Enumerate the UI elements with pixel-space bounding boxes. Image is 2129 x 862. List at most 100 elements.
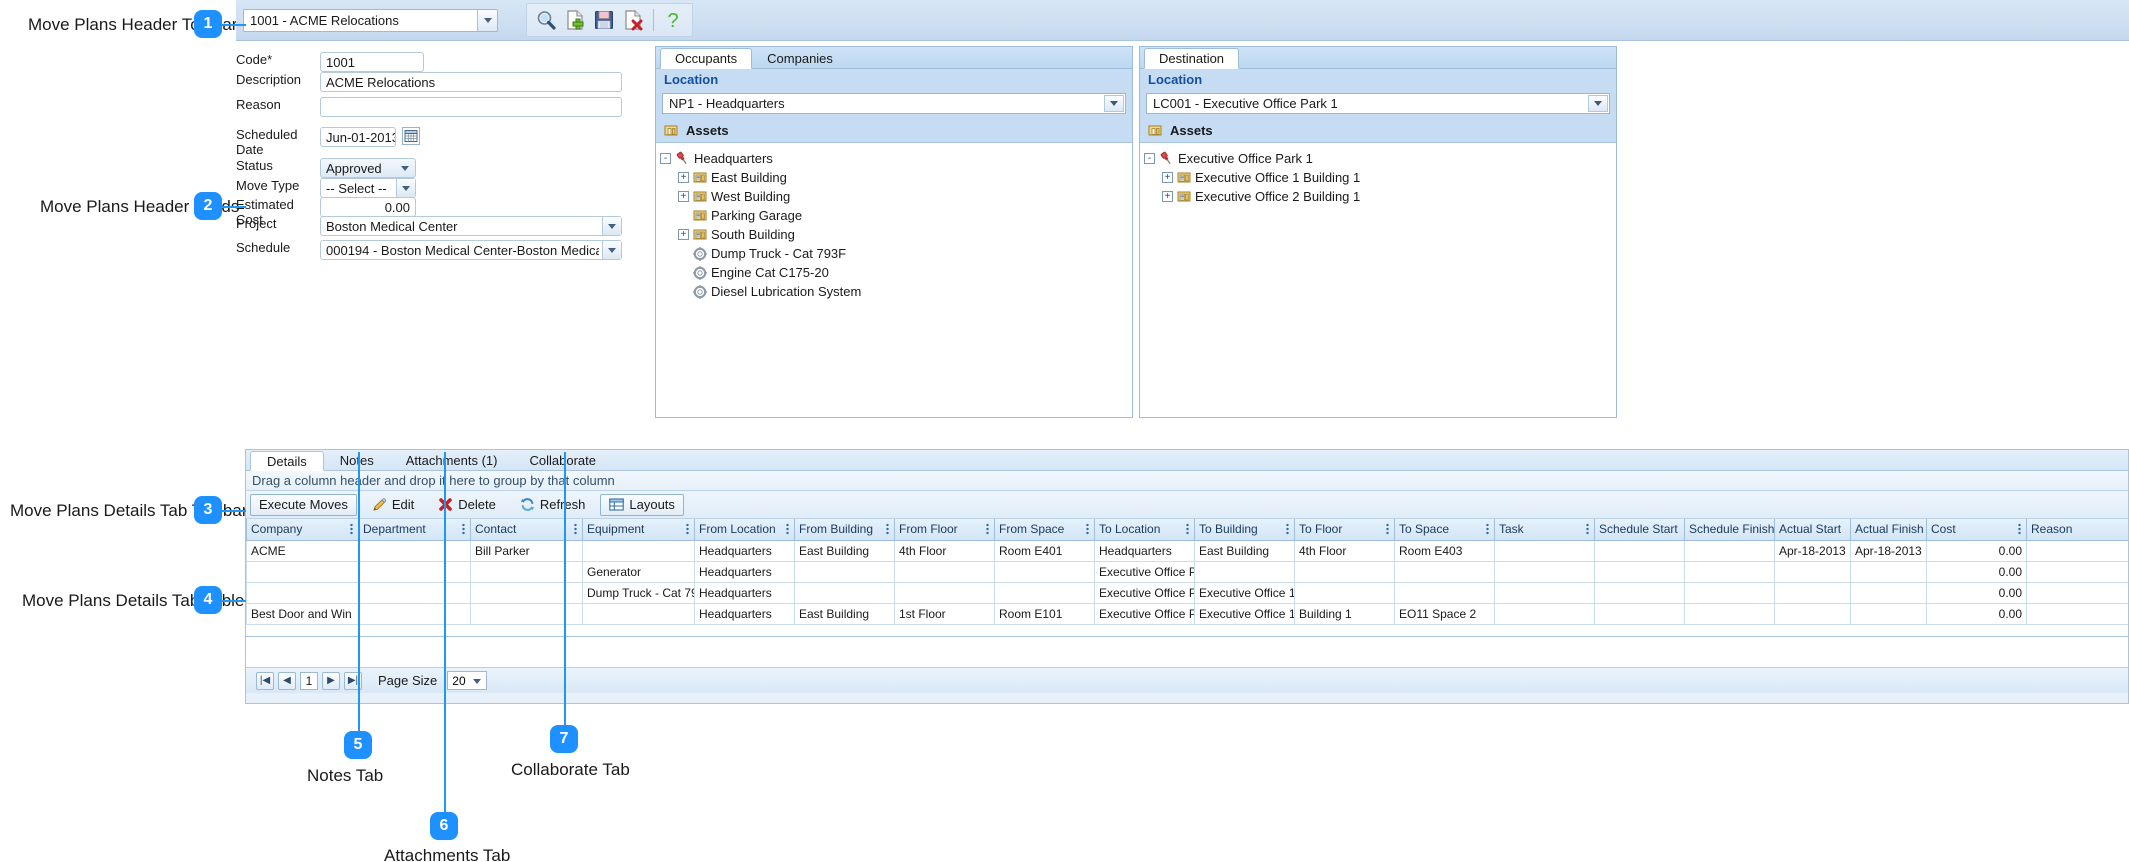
tree-node[interactable]: Engine Cat C175-20 <box>660 263 1132 282</box>
next-page-button[interactable]: ▶ <box>322 671 340 690</box>
estimated-cost-field[interactable]: 0.00 <box>320 197 416 217</box>
expand-icon[interactable]: + <box>1162 191 1173 202</box>
tree-node[interactable]: + South Building <box>660 225 1132 244</box>
expand-icon[interactable]: + <box>678 191 689 202</box>
tree-node[interactable]: Diesel Lubrication System <box>660 282 1132 301</box>
chevron-down-icon[interactable] <box>602 217 621 235</box>
chevron-down-icon[interactable] <box>477 10 497 31</box>
chevron-down-icon[interactable] <box>396 179 415 197</box>
tree-node[interactable]: - Executive Office Park 1 <box>1144 149 1616 168</box>
column-header-to-location[interactable]: To Location <box>1094 519 1195 541</box>
status-dropdown[interactable]: Approved <box>320 158 416 178</box>
tab-details[interactable]: Details <box>250 451 324 471</box>
column-header-reason[interactable]: Reason <box>2026 519 2128 541</box>
column-menu-icon[interactable] <box>462 523 465 536</box>
column-header-from-building[interactable]: From Building <box>794 519 895 541</box>
description-field[interactable]: ACME Relocations <box>320 72 622 92</box>
column-menu-icon[interactable] <box>574 523 577 536</box>
expand-icon[interactable]: + <box>678 172 689 183</box>
reason-field[interactable] <box>320 97 622 117</box>
column-header-task[interactable]: Task <box>1494 519 1595 541</box>
collapse-icon[interactable]: - <box>660 153 671 164</box>
column-header-schedule-start[interactable]: Schedule Start <box>1594 519 1685 541</box>
expand-icon[interactable]: + <box>678 229 689 240</box>
tab-companies[interactable]: Companies <box>752 47 848 68</box>
table-row[interactable]: Dump Truck - Cat 79 Headquarters Executive… <box>246 581 2128 604</box>
execute-moves-button[interactable]: Execute Moves <box>250 493 357 516</box>
tab-occupants[interactable]: Occupants <box>660 48 753 69</box>
table-row[interactable]: ACME Bill Parker Headquarters East Building… <box>246 539 2128 562</box>
tree-node[interactable]: + East Building <box>660 168 1132 187</box>
tab-notes[interactable]: Notes <box>324 450 390 470</box>
refresh-button[interactable]: Refresh <box>511 494 595 516</box>
table-row[interactable]: Generator Headquarters Executive Office P 0… <box>246 560 2128 583</box>
project-dropdown[interactable]: Boston Medical Center <box>320 216 622 236</box>
column-menu-icon[interactable] <box>786 523 789 536</box>
move-type-dropdown[interactable]: -- Select -- <box>320 178 416 198</box>
column-header-from-space[interactable]: From Space <box>994 519 1095 541</box>
prev-page-button[interactable]: ◀ <box>278 671 296 690</box>
column-header-to-building[interactable]: To Building <box>1194 519 1295 541</box>
record-selector-combobox[interactable]: 1001 - ACME Relocations <box>243 9 498 32</box>
column-header-department[interactable]: Department <box>358 519 471 541</box>
new-document-icon[interactable] <box>561 6 588 34</box>
layouts-button[interactable]: Layouts <box>600 493 684 516</box>
column-header-schedule-finish[interactable]: Schedule Finish <box>1684 519 1775 541</box>
column-header-to-space[interactable]: To Space <box>1394 519 1495 541</box>
save-icon[interactable] <box>590 6 617 34</box>
page-size-dropdown[interactable]: 20 <box>447 671 488 690</box>
tree-node[interactable]: Parking Garage <box>660 206 1132 225</box>
delete-document-icon[interactable] <box>620 6 647 34</box>
tab-collaborate[interactable]: Collaborate <box>513 450 612 470</box>
column-menu-icon[interactable] <box>986 523 989 536</box>
tree-node[interactable]: + Executive Office 2 Building 1 <box>1144 187 1616 206</box>
column-header-cost[interactable]: Cost <box>1926 519 2027 541</box>
tree-node[interactable]: Dump Truck - Cat 793F <box>660 244 1132 263</box>
page-number-button[interactable]: 1 <box>300 671 318 690</box>
chevron-down-icon[interactable] <box>602 241 621 259</box>
tree-node[interactable]: + West Building <box>660 187 1132 206</box>
column-menu-icon[interactable] <box>1086 523 1089 536</box>
column-menu-icon[interactable] <box>1286 523 1289 536</box>
move-plans-details-tab-table[interactable]: Company Department Contact Equipment From Lo… <box>246 519 2128 637</box>
column-menu-icon[interactable] <box>886 523 889 536</box>
column-menu-icon[interactable] <box>2018 523 2021 536</box>
annotation-badge-6: 6 <box>430 812 458 840</box>
code-field[interactable]: 1001 <box>320 52 424 72</box>
column-header-company[interactable]: Company <box>246 519 359 541</box>
group-by-dropzone[interactable]: Drag a column header and drop it here to… <box>246 471 2128 491</box>
collapse-icon[interactable]: - <box>1144 153 1155 164</box>
column-menu-icon[interactable] <box>1486 523 1489 536</box>
search-icon[interactable] <box>532 6 559 34</box>
tree-node[interactable]: - Headquarters <box>660 149 1132 168</box>
column-header-to-floor[interactable]: To Floor <box>1294 519 1395 541</box>
edit-button[interactable]: Edit <box>363 494 423 516</box>
first-page-button[interactable]: |◀ <box>256 671 274 690</box>
delete-button[interactable]: Delete <box>429 494 505 516</box>
table-row[interactable]: Best Door and Win Headquarters East Buildi… <box>246 602 2128 625</box>
expand-icon[interactable]: + <box>1162 172 1173 183</box>
tree-node[interactable]: + Executive Office 1 Building 1 <box>1144 168 1616 187</box>
table-cell: 0.00 <box>1926 581 2027 604</box>
chevron-down-icon[interactable] <box>1588 95 1608 112</box>
scheduled-date-field[interactable]: Jun-01-2013 <box>320 127 396 147</box>
schedule-dropdown[interactable]: 000194 - Boston Medical Center-Boston Me… <box>320 240 622 260</box>
column-header-actual-finish[interactable]: Actual Finish <box>1850 519 1927 541</box>
column-header-equipment[interactable]: Equipment <box>582 519 695 541</box>
column-header-from-location[interactable]: From Location <box>694 519 795 541</box>
occupants-location-dropdown[interactable]: NP1 - Headquarters <box>662 93 1126 114</box>
column-menu-icon[interactable] <box>1186 523 1189 536</box>
help-icon[interactable]: ? <box>660 6 687 34</box>
column-menu-icon[interactable] <box>1386 523 1389 536</box>
tab-destination[interactable]: Destination <box>1144 48 1240 69</box>
column-menu-icon[interactable] <box>686 523 689 536</box>
column-menu-icon[interactable] <box>1586 523 1589 536</box>
column-header-actual-start[interactable]: Actual Start <box>1774 519 1851 541</box>
column-menu-icon[interactable] <box>350 523 353 536</box>
column-header-from-floor[interactable]: From Floor <box>894 519 995 541</box>
chevron-down-icon[interactable] <box>1104 95 1124 112</box>
tab-attachments-1[interactable]: Attachments (1) <box>390 450 514 470</box>
destination-location-dropdown[interactable]: LC001 - Executive Office Park 1 <box>1146 93 1610 114</box>
calendar-icon[interactable] <box>402 127 420 145</box>
